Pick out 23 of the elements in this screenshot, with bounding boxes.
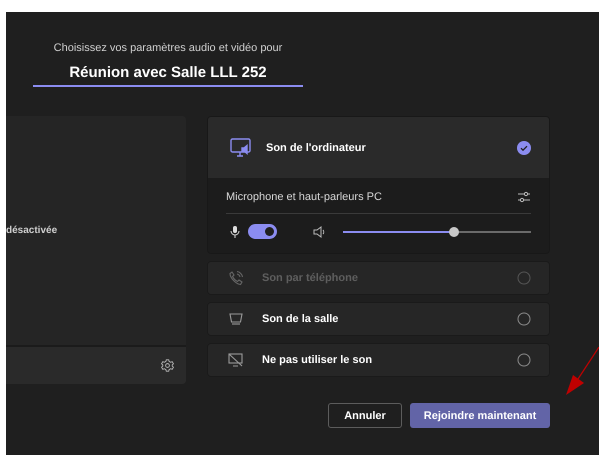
camera-status-text: désactivée xyxy=(6,225,58,236)
microphone-icon xyxy=(230,224,240,238)
audio-option[interactable]: Ne pas utiliser le son xyxy=(207,343,550,377)
radio-button[interactable] xyxy=(517,353,531,367)
device-name: Microphone et haut-parleurs PC xyxy=(226,191,382,203)
join-button[interactable]: Rejoindre maintenant xyxy=(410,403,550,428)
prompt-text: Choisissez vos paramètres audio et vidéo pour xyxy=(54,42,282,54)
settings-icon[interactable] xyxy=(161,359,174,372)
sliders-icon[interactable] xyxy=(517,191,531,203)
microphone-toggle[interactable] xyxy=(248,224,277,239)
radio-button[interactable] xyxy=(517,312,531,326)
monitor-speaker-icon xyxy=(230,138,252,158)
annotation-arrow xyxy=(564,347,599,397)
audio-option[interactable]: Son de l'ordinateur xyxy=(208,117,549,178)
selected-check-icon[interactable] xyxy=(517,140,531,154)
room-device-icon xyxy=(228,312,244,326)
volume-thumb[interactable] xyxy=(448,226,459,236)
cancel-button[interactable]: Annuler xyxy=(328,403,402,428)
meeting-title-field[interactable]: Réunion avec Salle LLL 252 xyxy=(33,62,303,87)
audio-option[interactable]: Son de la salle xyxy=(207,302,550,336)
speaker-icon xyxy=(313,224,327,238)
phone-icon xyxy=(228,270,244,286)
muted-screen-icon xyxy=(228,353,244,367)
